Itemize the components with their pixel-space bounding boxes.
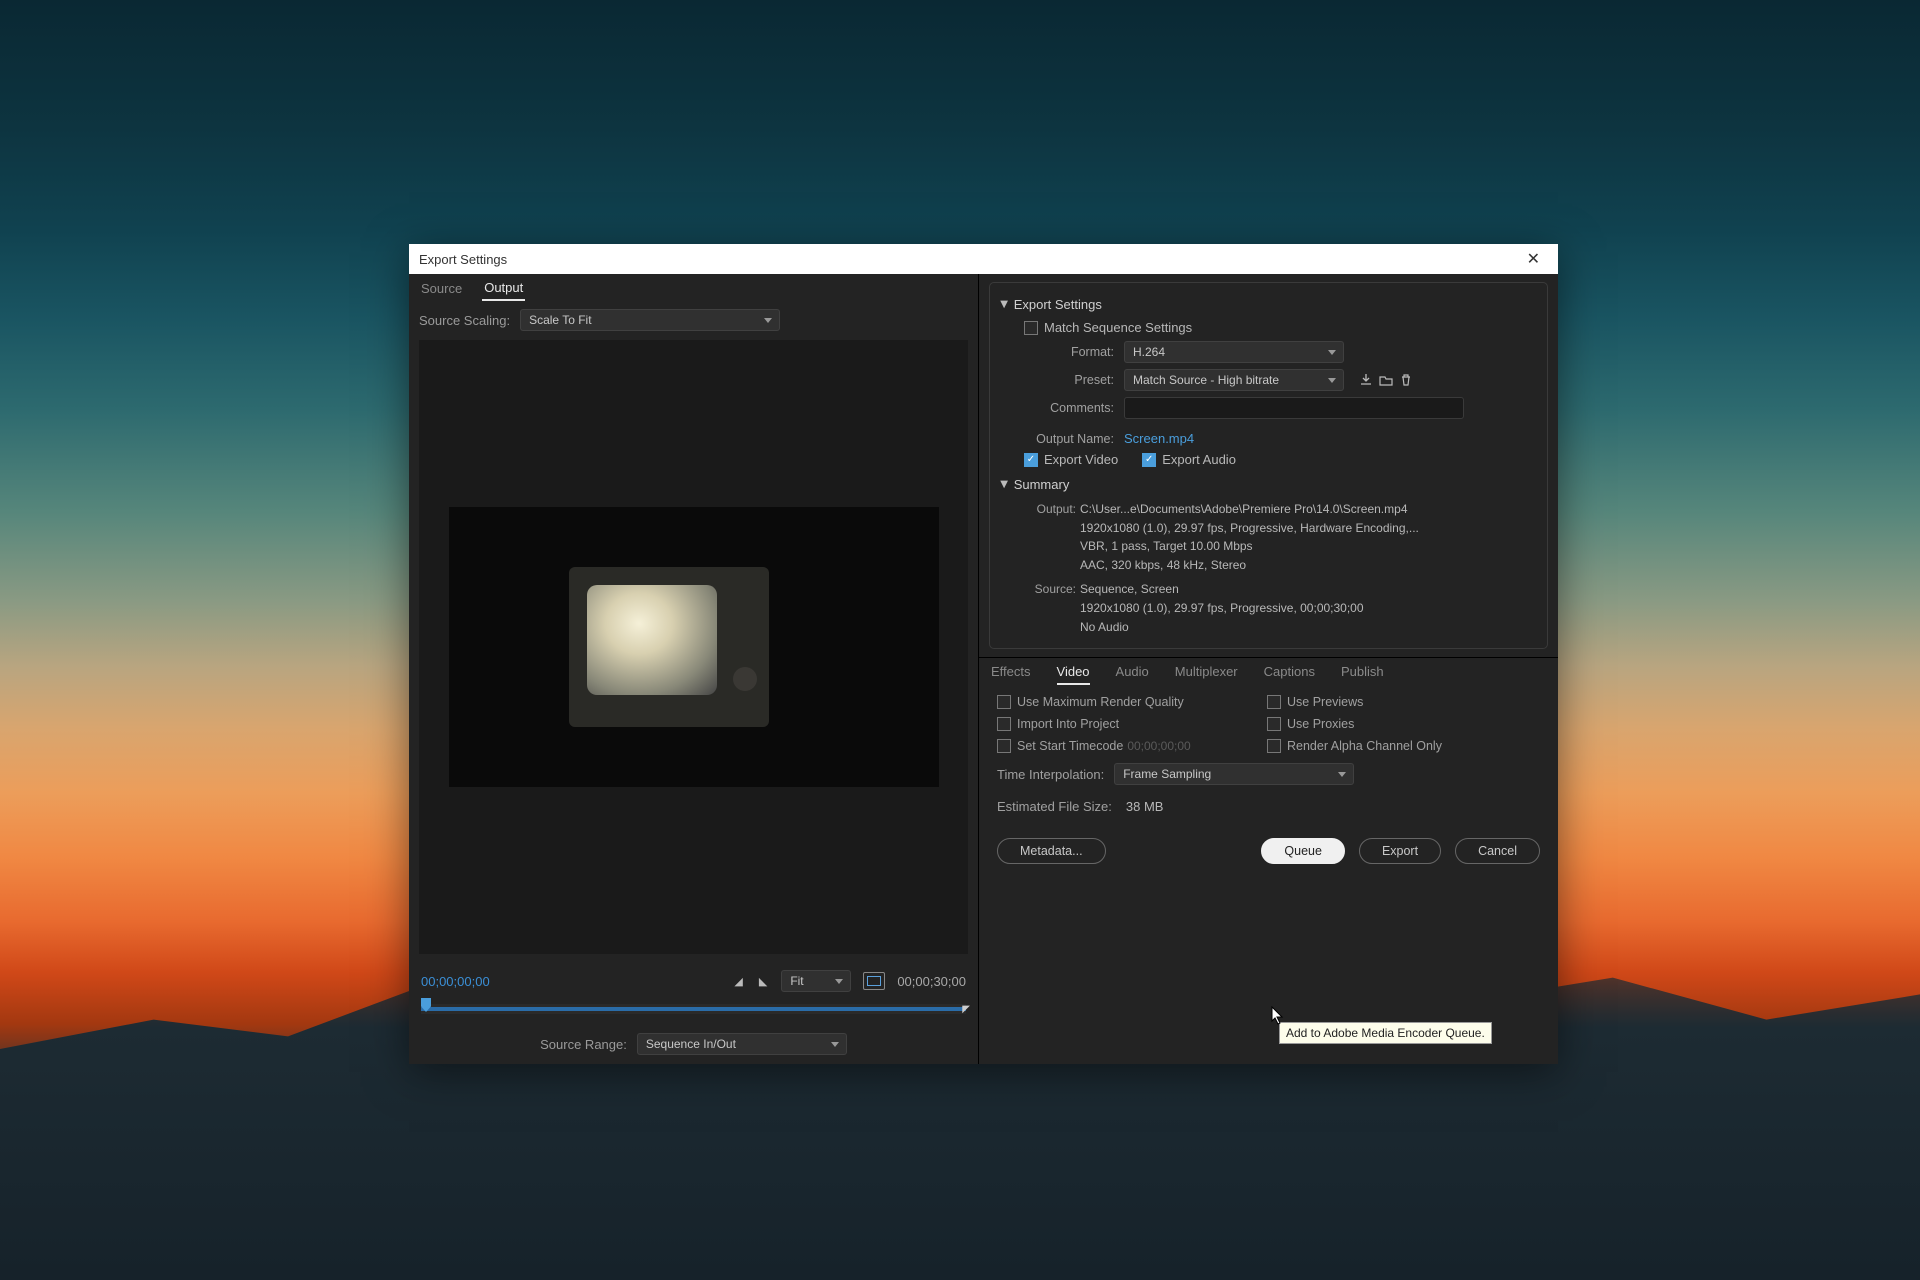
tab-output[interactable]: Output [482, 276, 525, 301]
mark-out-icon[interactable]: ◣ [757, 973, 769, 990]
match-sequence-label: Match Sequence Settings [1044, 320, 1192, 335]
export-button[interactable]: Export [1359, 838, 1441, 864]
tab-video[interactable]: Video [1057, 664, 1090, 685]
export-video-checkbox[interactable] [1024, 453, 1038, 467]
queue-tooltip: Add to Adobe Media Encoder Queue. [1279, 1022, 1492, 1044]
tab-effects[interactable]: Effects [991, 664, 1031, 685]
delete-preset-icon[interactable] [1396, 370, 1416, 390]
output-name-label: Output Name: [1024, 432, 1114, 446]
timecode-out[interactable]: 00;00;30;00 [897, 974, 966, 989]
tab-publish[interactable]: Publish [1341, 664, 1384, 685]
timeline-scrubber[interactable]: ◤ [421, 1004, 966, 1014]
export-settings-dialog: Export Settings ✕ Source Output Source S… [409, 244, 1558, 1064]
use-proxies-checkbox[interactable] [1267, 717, 1281, 731]
import-project-checkbox[interactable] [997, 717, 1011, 731]
source-scaling-select[interactable]: Scale To Fit [520, 309, 780, 331]
metadata-button[interactable]: Metadata... [997, 838, 1106, 864]
dialog-title: Export Settings [419, 252, 507, 267]
import-preset-icon[interactable] [1376, 370, 1396, 390]
tab-audio[interactable]: Audio [1116, 664, 1149, 685]
comments-label: Comments: [1024, 401, 1114, 415]
queue-button[interactable]: Queue [1261, 838, 1345, 864]
use-previews-checkbox[interactable] [1267, 695, 1281, 709]
time-interp-select[interactable]: Frame Sampling [1114, 763, 1354, 785]
start-timecode-value: 00;00;00;00 [1127, 739, 1190, 753]
preview-panel: Source Output Source Scaling: Scale To F… [409, 274, 979, 1064]
export-settings-header[interactable]: ▶ Export Settings [1000, 297, 1537, 312]
output-name-link[interactable]: Screen.mp4 [1124, 431, 1194, 446]
comments-input[interactable] [1124, 397, 1464, 419]
chevron-down-icon: ▶ [998, 481, 1009, 489]
max-render-checkbox[interactable] [997, 695, 1011, 709]
dialog-titlebar: Export Settings ✕ [409, 244, 1558, 274]
summary-header[interactable]: ▶ Summary [1000, 477, 1537, 492]
render-alpha-checkbox[interactable] [1267, 739, 1281, 753]
settings-panel: ▶ Export Settings Match Sequence Setting… [979, 274, 1558, 1064]
file-size-label: Estimated File Size: [997, 799, 1112, 814]
summary-output-text: C:\User...e\Documents\Adobe\Premiere Pro… [1080, 500, 1419, 574]
source-scaling-label: Source Scaling: [419, 313, 510, 328]
save-preset-icon[interactable] [1356, 370, 1376, 390]
zoom-fit-select[interactable]: Fit [781, 970, 851, 992]
timecode-in[interactable]: 00;00;00;00 [421, 974, 490, 989]
start-timecode-checkbox[interactable] [997, 739, 1011, 753]
source-range-label: Source Range: [540, 1037, 627, 1052]
chevron-down-icon: ▶ [998, 301, 1009, 309]
summary-source-text: Sequence, Screen 1920x1080 (1.0), 29.97 … [1080, 580, 1364, 636]
video-preview [419, 340, 968, 954]
format-label: Format: [1024, 345, 1114, 359]
cancel-button[interactable]: Cancel [1455, 838, 1540, 864]
export-audio-checkbox[interactable] [1142, 453, 1156, 467]
mark-in-icon[interactable]: ◢ [732, 973, 744, 990]
match-sequence-checkbox[interactable] [1024, 321, 1038, 335]
file-size-value: 38 MB [1126, 799, 1164, 814]
close-icon[interactable]: ✕ [1519, 247, 1548, 271]
preset-select[interactable]: Match Source - High bitrate [1124, 369, 1344, 391]
tab-multiplexer[interactable]: Multiplexer [1175, 664, 1238, 685]
tab-source[interactable]: Source [419, 277, 464, 300]
export-audio-label: Export Audio [1162, 452, 1236, 467]
preset-label: Preset: [1024, 373, 1114, 387]
source-range-select[interactable]: Sequence In/Out [637, 1033, 847, 1055]
format-select[interactable]: H.264 [1124, 341, 1344, 363]
time-interp-label: Time Interpolation: [997, 767, 1104, 782]
aspect-ratio-icon[interactable] [863, 972, 885, 990]
export-video-label: Export Video [1044, 452, 1118, 467]
tab-captions[interactable]: Captions [1264, 664, 1315, 685]
cursor-icon [1271, 1006, 1285, 1026]
